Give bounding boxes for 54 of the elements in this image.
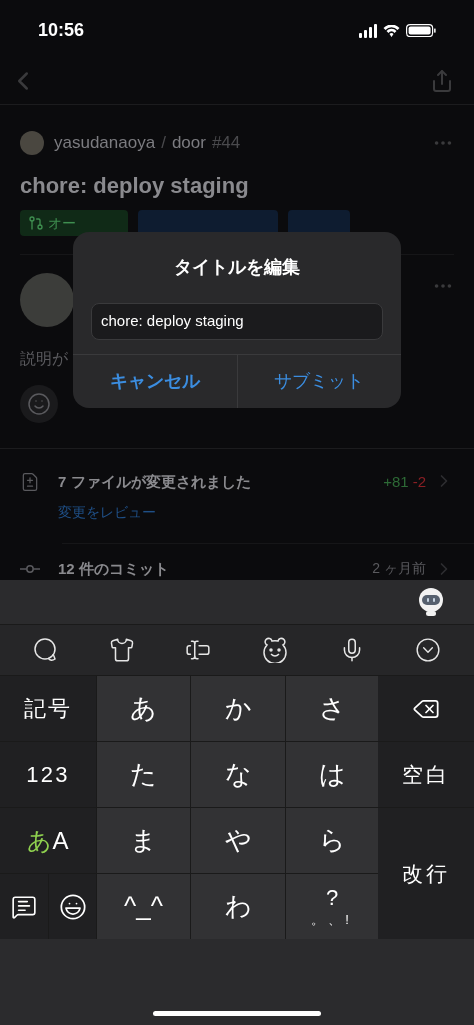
keyboard-key[interactable]: 空白 xyxy=(378,742,474,807)
title-input-field[interactable]: chore: deploy staging xyxy=(91,303,383,340)
keyboard-key[interactable]: な xyxy=(190,742,285,807)
wifi-icon xyxy=(383,24,400,37)
commit-time: 2 ヶ月前 xyxy=(372,559,426,579)
keyboard-key[interactable] xyxy=(48,874,96,939)
pull-request-icon xyxy=(28,215,44,231)
pull-request-title: chore: deploy staging xyxy=(19,172,250,200)
emoji-icon xyxy=(58,892,87,921)
keyboard-key[interactable] xyxy=(0,874,48,939)
commits-count-text: 12 件のコミット xyxy=(58,558,169,579)
dialog-button[interactable]: サブミット xyxy=(236,355,401,408)
smile-icon xyxy=(27,392,51,416)
commit-icon xyxy=(20,564,40,573)
battery-icon xyxy=(406,24,436,38)
bear-face-icon[interactable] xyxy=(261,637,289,663)
repo-separator: / xyxy=(161,132,166,155)
repo-owner: yasudanaoya xyxy=(54,132,156,155)
keyboard-key[interactable]: や xyxy=(190,808,285,873)
avatar xyxy=(20,131,44,155)
keyboard-key[interactable]: ら xyxy=(285,808,378,873)
search-icon[interactable] xyxy=(33,637,59,663)
reaction-button[interactable] xyxy=(20,385,58,423)
keyboard-key[interactable]: わ xyxy=(190,874,285,939)
avatar xyxy=(20,273,74,327)
status-tag: オー xyxy=(20,210,128,236)
file-diff-icon xyxy=(20,472,40,492)
keyboard-key[interactable]: か xyxy=(190,676,285,741)
keyboard-key[interactable]: ? 。、! xyxy=(285,874,378,939)
keyboard-key[interactable]: 記号 xyxy=(0,676,96,741)
chat-icon xyxy=(11,893,37,920)
keyboard-key[interactable]: ^_^ xyxy=(96,874,190,939)
repo-name: door xyxy=(171,132,206,155)
deletions-count: -2 xyxy=(412,472,426,492)
description-text: 説明が xyxy=(19,349,69,369)
dialog-button[interactable]: キャンセル xyxy=(73,355,237,408)
dialog-title: タイトルを編集 xyxy=(173,256,301,279)
issue-number: #44 xyxy=(211,132,241,155)
additions-count: +81 xyxy=(383,472,409,492)
keyboard-key[interactable]: ま xyxy=(96,808,190,873)
keyboard-key[interactable]: あ xyxy=(96,676,190,741)
robot-icon[interactable] xyxy=(416,587,446,617)
collapse-keyboard-icon[interactable] xyxy=(415,637,441,663)
keyboard-key[interactable]: は xyxy=(285,742,378,807)
shirt-icon[interactable] xyxy=(109,637,135,663)
keyboard-key[interactable]: さ xyxy=(285,676,378,741)
return-key[interactable]: 改行 xyxy=(378,808,474,939)
files-changed-text: 7 ファイルが変更されました xyxy=(58,472,251,492)
status-time: 10:56 xyxy=(38,19,85,43)
keyboard-key[interactable]: 123 xyxy=(0,742,96,807)
keyboard-key[interactable]: た xyxy=(96,742,190,807)
input-mode-key[interactable]: あA xyxy=(0,808,96,873)
signal-icon xyxy=(359,23,377,38)
backspace-key[interactable] xyxy=(378,676,474,741)
